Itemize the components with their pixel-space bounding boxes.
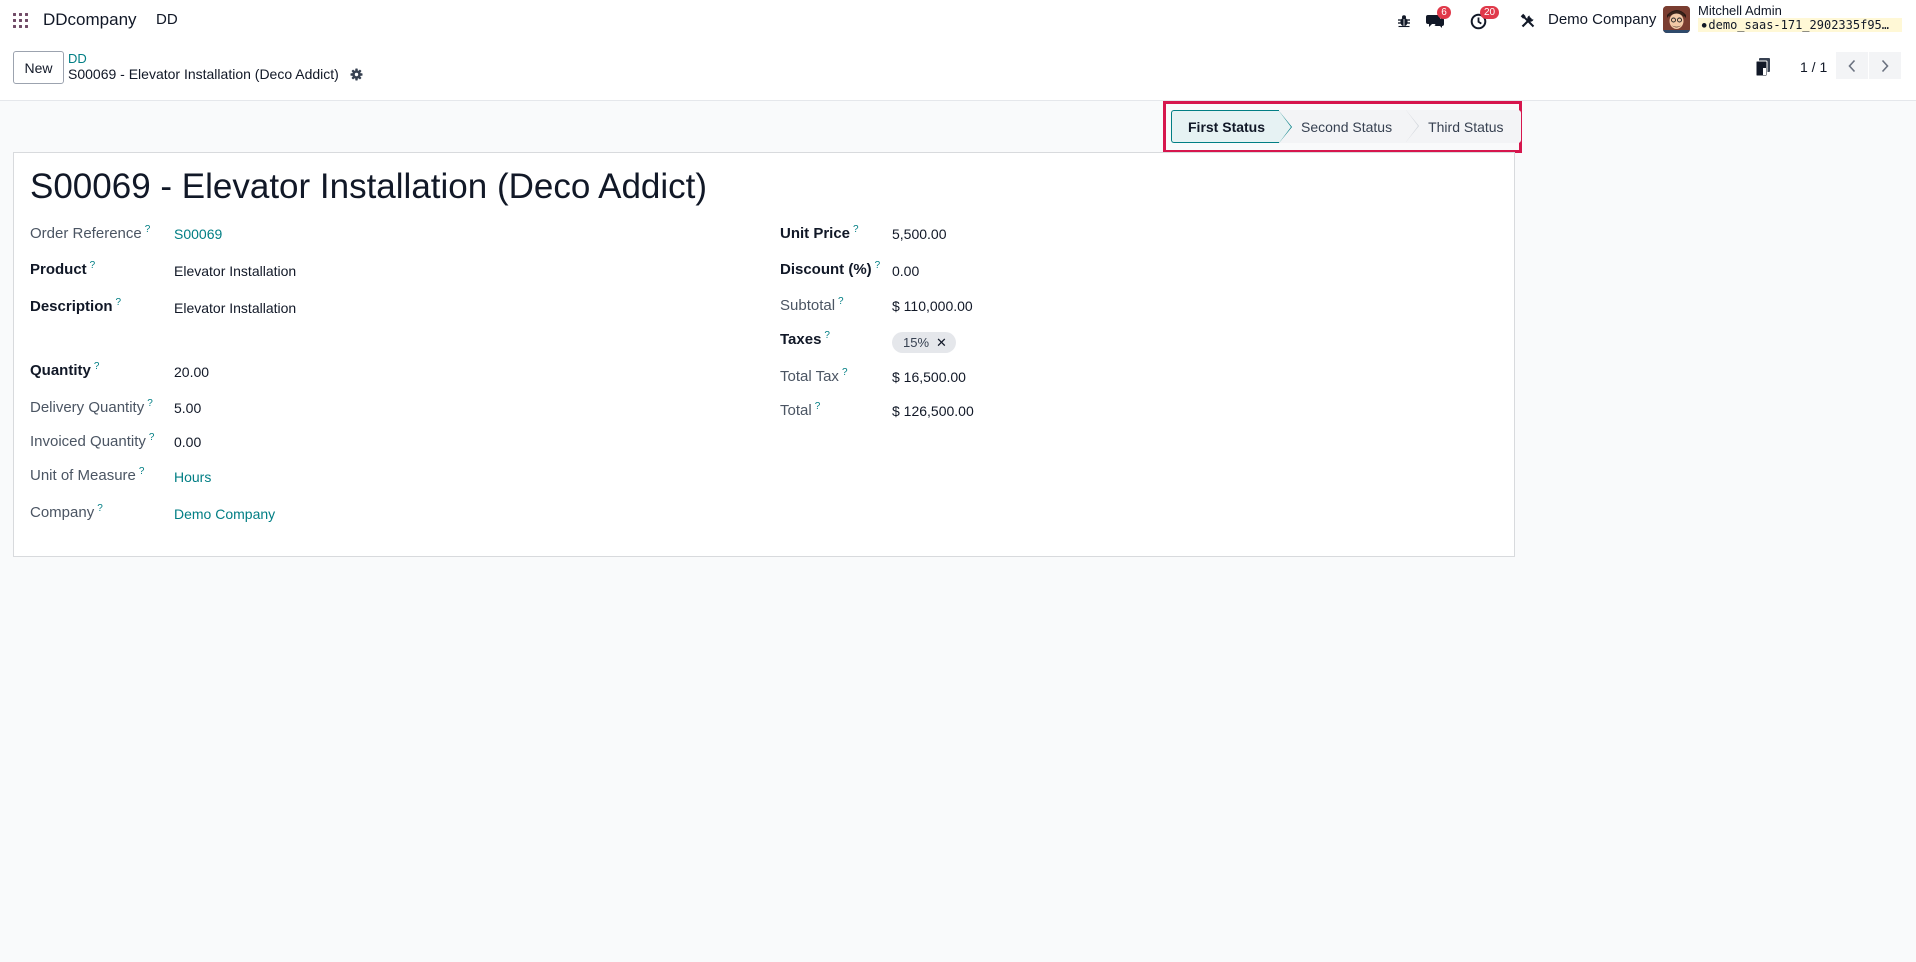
field-product[interactable]: Elevator Installation (174, 263, 296, 279)
field-label-order-reference: Order Reference? (30, 224, 151, 242)
app-brand[interactable]: DDcompany (43, 10, 137, 30)
top-navbar: DDcompany DD 6 20 Demo Company Mitchell … (0, 0, 1916, 41)
field-total: $ 126,500.00 (892, 403, 974, 419)
activities-badge: 20 (1480, 6, 1500, 19)
field-label-total-tax: Total Tax? (780, 367, 848, 385)
breadcrumb-current: S00069 - Elevator Installation (Deco Add… (68, 66, 339, 82)
remove-tag-icon[interactable]: ✕ (936, 335, 947, 351)
status-step-second[interactable]: Second Status (1279, 110, 1420, 143)
help-tooltip[interactable]: ? (149, 432, 155, 443)
tax-tag[interactable]: 15% ✕ (892, 332, 956, 353)
field-label-discount: Discount (%)? (780, 260, 881, 278)
record-title: S00069 - Elevator Installation (Deco Add… (30, 167, 708, 206)
field-discount[interactable]: 0.00 (892, 263, 919, 279)
attachment-document-icon[interactable] (1754, 57, 1772, 77)
help-tooltip[interactable]: ? (838, 296, 844, 307)
field-label-taxes: Taxes? (780, 330, 830, 348)
field-subtotal: $ 110,000.00 (892, 298, 973, 314)
menu-item-dd[interactable]: DD (156, 11, 178, 28)
help-tooltip[interactable]: ? (97, 503, 103, 514)
new-button[interactable]: New (13, 51, 64, 84)
field-unit-of-measure[interactable]: Hours (174, 469, 211, 485)
form-sheet: S00069 - Elevator Installation (Deco Add… (13, 152, 1515, 557)
pager-next-button[interactable] (1869, 52, 1901, 79)
help-tooltip[interactable]: ? (853, 224, 859, 235)
gear-icon[interactable] (350, 68, 363, 81)
field-description[interactable]: Elevator Installation (174, 300, 296, 316)
control-panel: New DD S00069 - Elevator Installation (D… (0, 41, 1916, 101)
field-order-reference[interactable]: S00069 (174, 226, 222, 242)
help-tooltip[interactable]: ? (875, 260, 881, 271)
field-label-unit-of-measure: Unit of Measure? (30, 466, 145, 484)
field-label-quantity: Quantity? (30, 361, 100, 379)
debug-bug-icon[interactable] (1396, 10, 1412, 32)
field-label-description: Description? (30, 297, 122, 315)
help-tooltip[interactable]: ? (90, 260, 96, 271)
messages-badge: 6 (1437, 6, 1451, 19)
messages-chat-icon[interactable]: 6 (1425, 6, 1451, 32)
pager-value[interactable]: 1 / 1 (1800, 59, 1827, 75)
status-step-first[interactable]: First Status (1171, 110, 1293, 143)
field-quantity[interactable]: 20.00 (174, 364, 209, 380)
field-label-subtotal: Subtotal? (780, 296, 844, 314)
statusbar: First Status Second Status Third Status (1171, 110, 1521, 143)
chevron-right-icon (1881, 59, 1889, 72)
field-label-product: Product? (30, 260, 96, 278)
help-tooltip[interactable]: ? (824, 330, 830, 341)
status-step-third[interactable]: Third Status (1406, 110, 1521, 143)
help-tooltip[interactable]: ? (147, 398, 153, 409)
user-avatar[interactable] (1663, 6, 1690, 33)
field-label-invoiced-quantity: Invoiced Quantity? (30, 432, 155, 450)
field-invoiced-quantity: 0.00 (174, 434, 202, 450)
field-label-total: Total? (780, 401, 821, 419)
chevron-left-icon (1848, 59, 1856, 72)
activities-clock-icon[interactable]: 20 (1468, 6, 1500, 32)
help-tooltip[interactable]: ? (139, 466, 145, 477)
help-tooltip[interactable]: ? (116, 297, 122, 308)
field-company[interactable]: Demo Company (174, 506, 275, 522)
field-unit-price[interactable]: 5,500.00 (892, 226, 947, 242)
field-label-unit-price: Unit Price? (780, 224, 859, 242)
field-label-delivery-quantity: Delivery Quantity? (30, 398, 153, 416)
settings-tools-icon[interactable] (1518, 10, 1538, 32)
field-label-company: Company? (30, 503, 103, 521)
breadcrumb-parent-link[interactable]: DD (68, 51, 87, 66)
help-tooltip[interactable]: ? (94, 361, 100, 372)
field-total-tax: $ 16,500.00 (892, 369, 966, 385)
pager-previous-button[interactable] (1836, 52, 1868, 79)
help-tooltip[interactable]: ? (842, 367, 848, 378)
help-tooltip[interactable]: ? (815, 401, 821, 412)
help-tooltip[interactable]: ? (145, 224, 151, 235)
user-name[interactable]: Mitchell Admin (1698, 3, 1782, 18)
database-name: ⚫demo_saas-171_2902335f95… (1698, 18, 1902, 32)
apps-menu-icon[interactable] (13, 13, 28, 28)
company-switcher[interactable]: Demo Company (1548, 11, 1656, 28)
field-delivery-quantity: 5.00 (174, 400, 202, 416)
